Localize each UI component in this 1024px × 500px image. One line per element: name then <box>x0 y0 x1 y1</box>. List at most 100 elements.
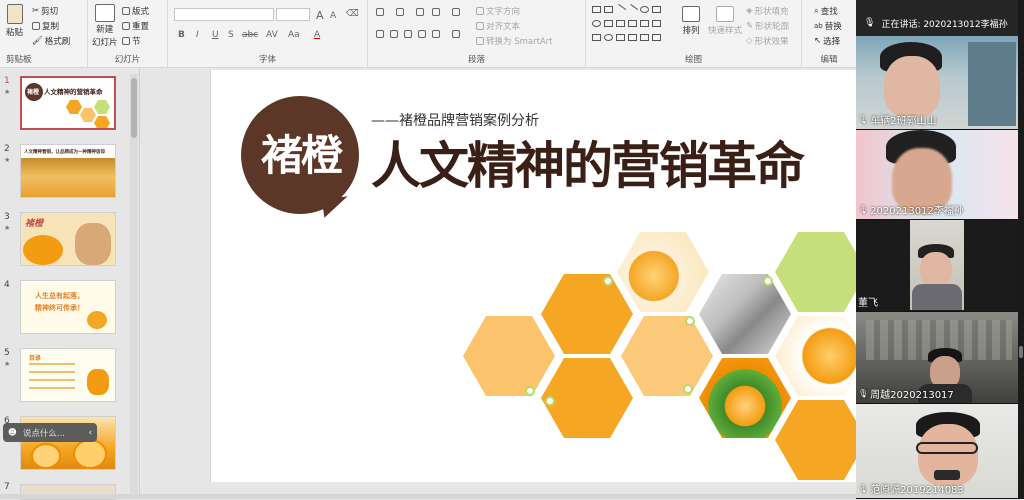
bold-button[interactable]: B <box>178 30 185 40</box>
justify-icon[interactable] <box>418 30 426 38</box>
align-left-icon[interactable] <box>376 30 384 38</box>
text-direction-button[interactable]: 文字方向 <box>476 5 520 17</box>
reset-icon <box>122 22 130 30</box>
increase-indent-icon[interactable] <box>432 8 440 16</box>
slides-group: 新建 幻灯片 版式 重置 节 幻灯片 <box>88 0 168 68</box>
slide-number: 4 <box>4 280 10 290</box>
portrait-image <box>699 274 791 354</box>
decrease-indent-icon[interactable] <box>416 8 424 16</box>
numbering-icon[interactable] <box>396 8 404 16</box>
status-bar <box>0 494 856 499</box>
ribbon: 粘贴 ✂ 剪切 复制 🖌 格式刷 剪贴板 新建 幻灯片 版式 重置 节 幻灯片 A … <box>0 0 856 68</box>
replace-icon: ab <box>814 22 823 30</box>
slide-thumbnail-2[interactable]: 人文精神营销，让品牌成为一种精神信仰 <box>20 144 116 198</box>
underline-button[interactable]: U <box>212 30 219 40</box>
participant-label: 董飞 <box>858 298 878 309</box>
cursor-icon: ↖ <box>814 36 822 46</box>
animation-star-icon: ★ <box>4 156 11 164</box>
scrollbar-thumb[interactable] <box>1019 346 1023 358</box>
font-family-dropdown[interactable] <box>174 8 274 21</box>
orange-slice-image <box>617 232 709 312</box>
paint-bucket-icon: ◈ <box>746 6 753 16</box>
font-size-dropdown[interactable] <box>276 8 310 21</box>
distribute-icon[interactable] <box>432 30 440 38</box>
smartart-icon <box>476 37 484 45</box>
cut-button[interactable]: ✂ 剪切 <box>32 5 58 17</box>
align-right-icon[interactable] <box>404 30 412 38</box>
quick-styles-button[interactable]: 快速样式 <box>708 6 742 36</box>
chat-input-pill[interactable]: ☻ 说点什么... ‹ <box>3 423 97 442</box>
connector-dot <box>603 276 613 286</box>
connector-dot <box>683 384 693 394</box>
layout-button[interactable]: 版式 <box>122 5 149 17</box>
connector-dot <box>763 276 773 286</box>
smartart-button[interactable]: 转换为 SmartArt <box>476 35 553 47</box>
arrange-icon <box>682 6 700 22</box>
effects-icon: ◇ <box>746 36 753 46</box>
italic-button[interactable]: I <box>196 30 199 40</box>
animation-star-icon: ★ <box>4 88 11 96</box>
replace-button[interactable]: ab 替换 <box>814 20 842 32</box>
arrange-button[interactable]: 排列 <box>682 6 700 36</box>
participant-tile[interactable]: 🎙 范原源2019214083 <box>856 404 1018 499</box>
char-spacing-button[interactable]: AV <box>266 30 278 40</box>
scissors-icon: ✂ <box>32 6 40 16</box>
strikethrough-button[interactable]: abc <box>242 30 258 40</box>
shape-outline-button[interactable]: ✎ 形状轮廓 <box>746 20 789 32</box>
shape-effects-button[interactable]: ◇ 形状效果 <box>746 35 789 47</box>
paste-button[interactable]: 粘贴 <box>6 4 23 38</box>
slide-editor: 褚橙 ——褚橙品牌营销案例分析 人文精神的营销革命 <box>141 68 856 499</box>
animation-star-icon: ★ <box>4 360 11 368</box>
participant-tile[interactable]: 🎙 周越2020213017 <box>856 312 1018 404</box>
light-orange-hexagon <box>463 316 555 396</box>
format-painter-button[interactable]: 🖌 格式刷 <box>32 35 70 47</box>
participant-label: 🎙 2020213012李福孙 <box>858 205 964 217</box>
line-spacing-icon[interactable] <box>452 8 460 16</box>
slide-thumbnail-3[interactable]: 褚橙 <box>20 212 116 266</box>
align-center-icon[interactable] <box>390 30 398 38</box>
grow-font-button[interactable]: A <box>316 9 324 22</box>
slide-number: 3 <box>4 212 10 222</box>
pencil-icon: ✎ <box>746 21 754 31</box>
slide-thumbnail-1[interactable]: 褚橙 人文精神的营销革命 <box>20 76 116 130</box>
bullets-icon[interactable] <box>376 8 384 16</box>
slide-thumbnail-4[interactable]: 人生总有起落， 精神终可传承！ <box>20 280 116 334</box>
font-color-button[interactable]: A <box>314 30 320 40</box>
slide-number: 1 <box>4 76 10 86</box>
meeting-scrollbar[interactable] <box>1018 0 1024 499</box>
participant-tile[interactable]: 董飞 <box>856 220 1018 312</box>
shapes-gallery[interactable] <box>592 4 664 48</box>
change-case-button[interactable]: Aa <box>288 30 300 40</box>
columns-icon[interactable] <box>452 30 460 38</box>
slide-number: 5 <box>4 348 10 358</box>
slides-label: 幻灯片 <box>114 55 141 65</box>
scrollbar-thumb[interactable] <box>131 78 137 138</box>
thumbnail-scrollbar[interactable] <box>130 74 138 494</box>
chevron-left-icon[interactable]: ‹ <box>89 428 92 438</box>
select-button[interactable]: ↖ 选择 <box>814 35 840 47</box>
reset-button[interactable]: 重置 <box>122 20 149 32</box>
copy-button[interactable]: 复制 <box>32 20 59 32</box>
layout-icon <box>122 7 130 15</box>
new-slide-button[interactable]: 新建 幻灯片 <box>92 4 118 48</box>
slide-thumbnail-5[interactable]: 目录 <box>20 348 116 402</box>
find-button[interactable]: ⌕ 查找 <box>814 5 838 17</box>
clipboard-group: 粘贴 ✂ 剪切 复制 🖌 格式刷 剪贴板 <box>0 0 88 68</box>
align-text-icon <box>476 22 484 30</box>
clear-format-icon[interactable]: ⌫ <box>346 9 359 19</box>
participant-tile[interactable]: 🎙 车辆2班郭山山 <box>856 36 1018 130</box>
meeting-panel: 🎙 正在讲话: 2020213012李福孙 🎙 车辆2班郭山山 🎙 202021… <box>856 0 1024 499</box>
paragraph-label: 段落 <box>467 55 485 65</box>
drawing-group: 排列 快速样式 ◈ 形状填充 ✎ 形状轮廓 ◇ 形状效果 绘图 <box>586 0 802 68</box>
orange-hexagon-3 <box>775 400 856 480</box>
smile-icon: ☻ <box>8 427 17 438</box>
slide-canvas[interactable]: 褚橙 ——褚橙品牌营销案例分析 人文精神的营销革命 <box>210 70 856 482</box>
participant-label: 🎙 车辆2班郭山山 <box>858 115 937 127</box>
shape-fill-button[interactable]: ◈ 形状填充 <box>746 5 789 17</box>
shrink-font-button[interactable]: A <box>330 11 336 21</box>
align-text-button[interactable]: 对齐文本 <box>476 20 520 32</box>
participant-tile[interactable]: 🎙 2020213012李福孙 <box>856 130 1018 220</box>
paste-icon <box>6 4 23 24</box>
section-button[interactable]: 节 <box>122 35 141 47</box>
shadow-button[interactable]: S <box>228 30 234 40</box>
